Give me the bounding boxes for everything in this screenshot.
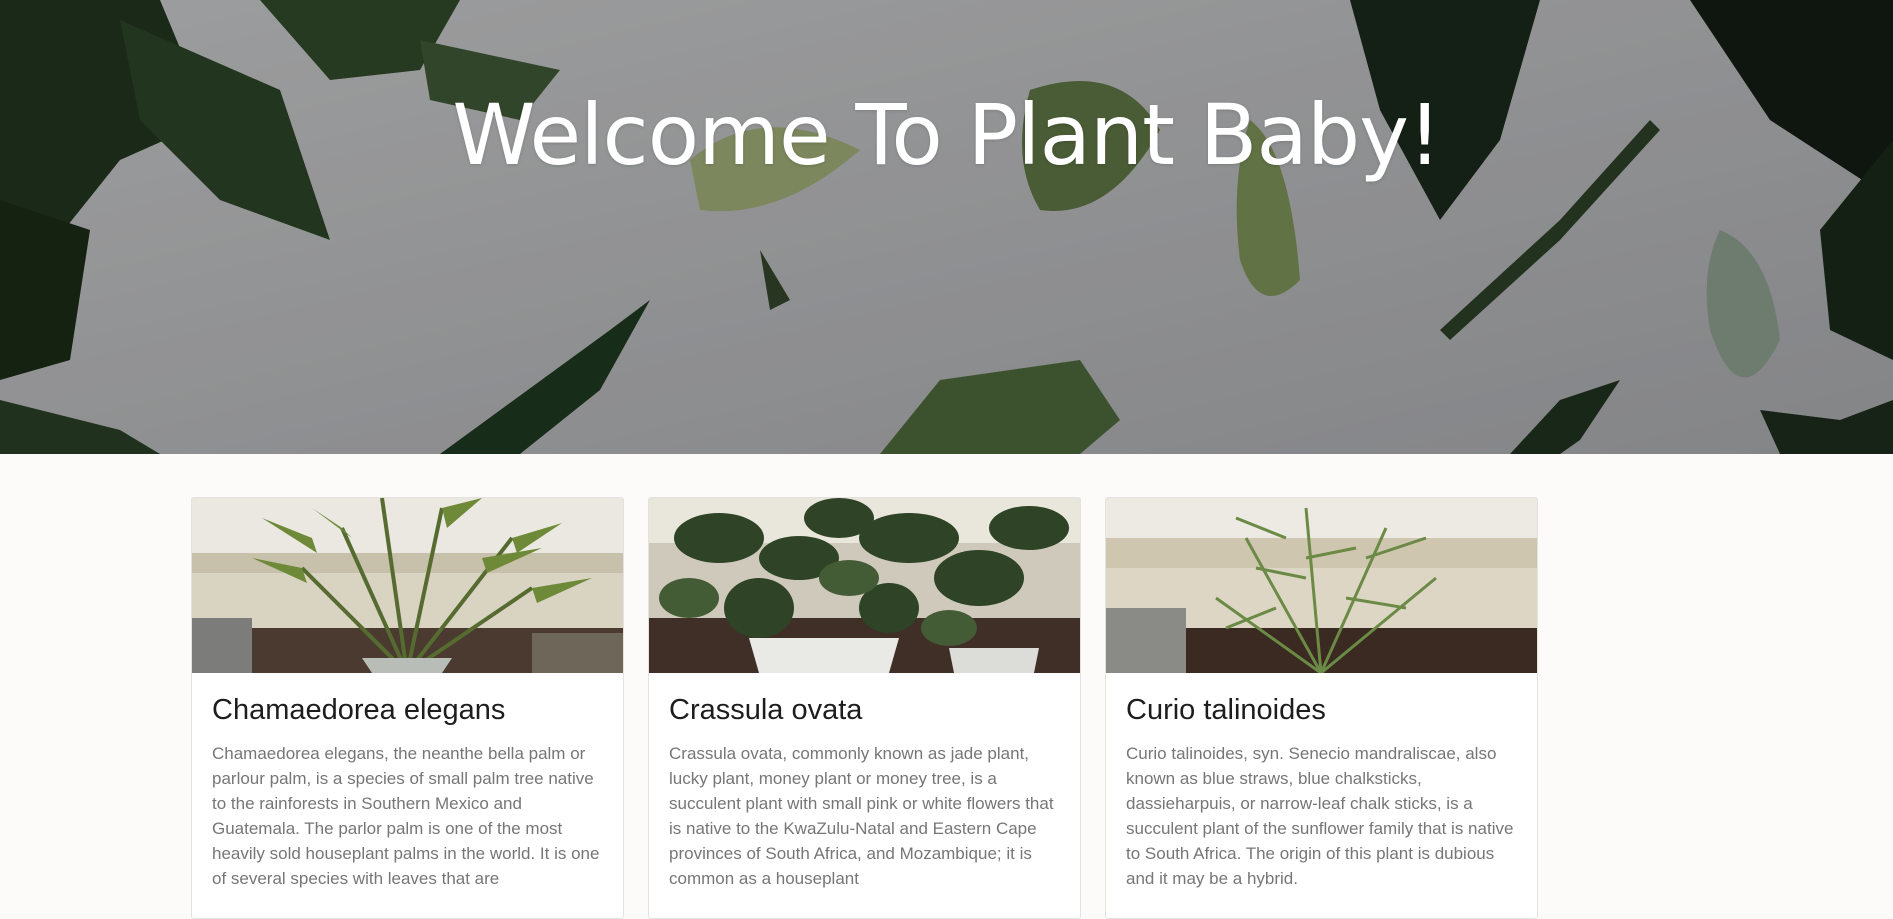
card-title: Curio talinoides: [1126, 694, 1326, 726]
card-description: Curio talinoides, syn. Senecio mandralis…: [1126, 744, 1514, 888]
blue-chalksticks-photo: [1106, 498, 1537, 673]
card-description: Chamaedorea elegans, the neanthe bella p…: [212, 744, 600, 888]
plant-card-list: Chamaedorea elegans Chamaedorea elegans,…: [191, 497, 1538, 919]
card-title: Crassula ovata: [669, 694, 863, 726]
hero-title: Welcome To Plant Baby!: [452, 86, 1441, 184]
jade-plant-photo: [649, 498, 1080, 673]
hero-background-image: [0, 0, 1893, 454]
plant-card-curio[interactable]: Curio talinoides Curio talinoides, syn. …: [1105, 497, 1538, 919]
card-title: Chamaedorea elegans: [212, 694, 506, 726]
plant-card-chamaedorea[interactable]: Chamaedorea elegans Chamaedorea elegans,…: [191, 497, 624, 919]
card-description: Crassula ovata, commonly known as jade p…: [669, 744, 1054, 888]
plant-card-crassula[interactable]: Crassula ovata Crassula ovata, commonly …: [648, 497, 1081, 919]
parlour-palm-photo: [192, 498, 623, 673]
hero-banner: Welcome To Plant Baby!: [0, 0, 1893, 454]
